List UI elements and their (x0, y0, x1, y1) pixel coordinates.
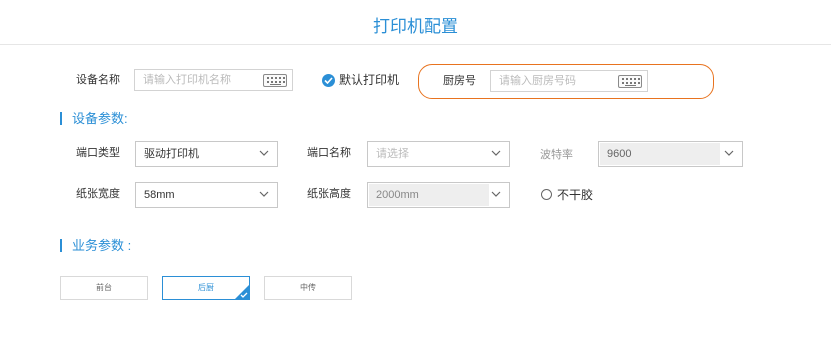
chevron-down-icon (724, 150, 734, 156)
kitchen-number-placeholder: 请输入厨房号码 (499, 75, 576, 87)
title-divider (0, 44, 831, 45)
business-params-title: 业务参数 : (72, 238, 132, 253)
default-printer-checkbox[interactable] (322, 74, 335, 87)
port-name-placeholder: 请选择 (376, 148, 409, 160)
check-icon (240, 292, 248, 298)
option-back-kitchen-label: 后厨 (198, 283, 214, 292)
chevron-down-icon (259, 191, 269, 197)
port-name-label: 端口名称 (307, 147, 351, 159)
chevron-down-icon (491, 150, 501, 156)
paper-width-value: 58mm (144, 189, 175, 201)
non-adhesive-label: 不干胶 (557, 188, 594, 202)
dialog-title: 打印机配置 (373, 17, 458, 36)
keyboard-icon[interactable] (618, 75, 642, 88)
paper-height-select[interactable]: 2000mm (367, 182, 510, 208)
section-marker (60, 112, 62, 125)
kitchen-number-input[interactable]: 请输入厨房号码 (490, 70, 648, 92)
paper-width-label: 纸张宽度 (76, 188, 120, 200)
section-marker (60, 239, 62, 252)
paper-height-label: 纸张高度 (307, 188, 351, 200)
device-name-label: 设备名称 (76, 74, 120, 86)
non-adhesive-radio[interactable] (541, 189, 552, 200)
baud-rate-select[interactable]: 9600 (598, 141, 743, 167)
chevron-down-icon (259, 150, 269, 156)
option-back-kitchen[interactable]: 后厨 (162, 276, 250, 300)
kitchen-number-label: 厨房号 (443, 75, 476, 87)
port-name-select[interactable]: 请选择 (367, 141, 510, 167)
paper-width-select[interactable]: 58mm (135, 182, 278, 208)
keyboard-icon[interactable] (263, 74, 287, 87)
default-printer-label: 默认打印机 (339, 73, 400, 87)
option-front-desk[interactable]: 前台 (60, 276, 148, 300)
paper-height-value: 2000mm (376, 189, 419, 201)
option-middle-pass[interactable]: 中传 (264, 276, 352, 300)
port-type-value: 驱动打印机 (144, 148, 199, 160)
device-name-input[interactable]: 请输入打印机名称 (134, 69, 293, 91)
chevron-down-icon (491, 191, 501, 197)
device-params-title: 设备参数: (72, 111, 128, 126)
baud-rate-label: 波特率 (540, 149, 573, 161)
port-type-label: 端口类型 (76, 147, 120, 159)
device-name-placeholder: 请输入打印机名称 (143, 74, 231, 86)
port-type-select[interactable]: 驱动打印机 (135, 141, 278, 167)
baud-rate-value: 9600 (607, 148, 632, 160)
